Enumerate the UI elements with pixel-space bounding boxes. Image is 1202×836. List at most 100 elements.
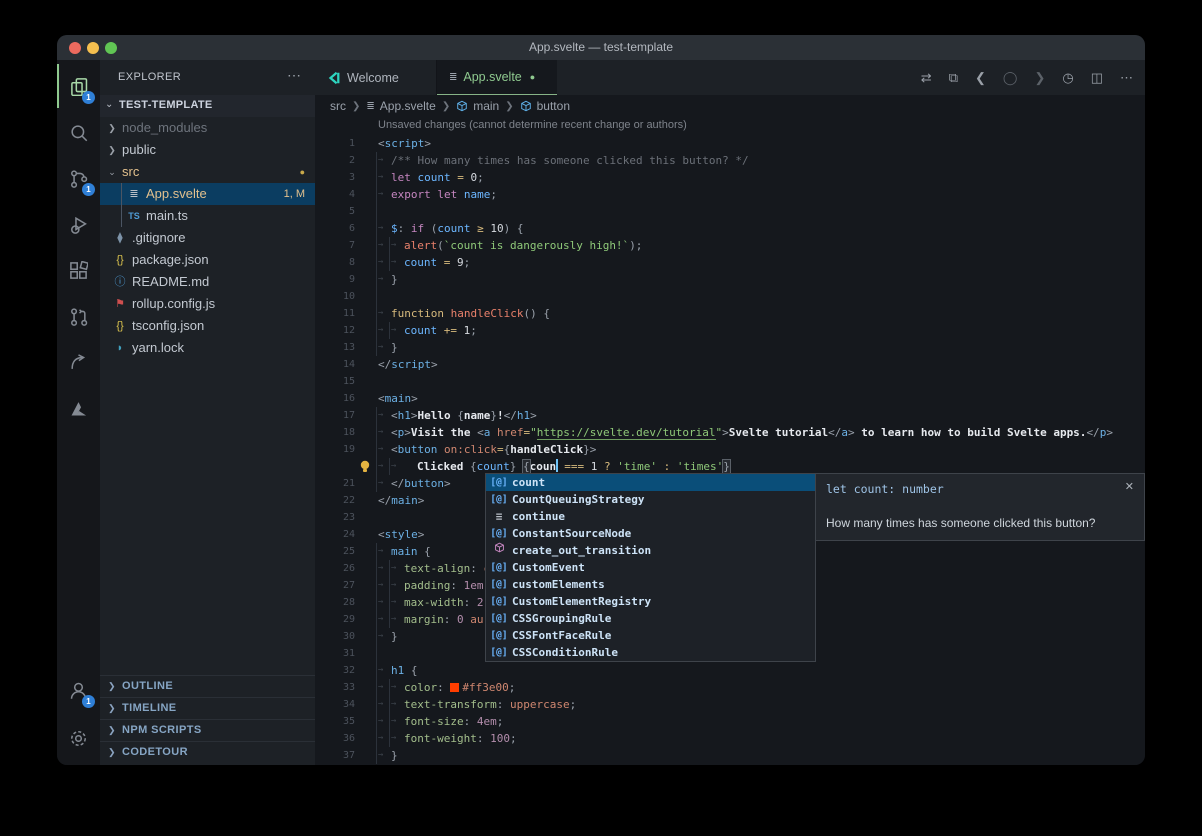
tree-item--gitignore[interactable]: ⧫.gitignore <box>100 227 315 249</box>
tab-whitespace-arrow: → <box>378 322 391 339</box>
more-actions-icon[interactable]: ⋯ <box>1120 70 1133 86</box>
breadcrumb-button[interactable]: button <box>537 99 570 113</box>
activity-azure-button[interactable] <box>57 386 100 430</box>
activity-settings-gear-button[interactable] <box>57 716 100 760</box>
breadcrumb: src ❯ ≣ App.svelte ❯ main ❯ button <box>315 95 1145 117</box>
activity-extensions-button[interactable] <box>57 248 100 292</box>
tree-item-readme-md[interactable]: ⓘREADME.md <box>100 271 315 293</box>
suggest-item-CSSFontFaceRule[interactable]: [@]CSSFontFaceRule <box>486 627 815 644</box>
tab-welcome[interactable]: Welcome <box>315 60 437 95</box>
line-number: 5 <box>315 203 355 220</box>
code-line-17[interactable]: 17→<h1>Hello {name}!</h1> <box>315 407 1145 424</box>
suggest-item-CountQueuingStrategy[interactable]: [@]CountQueuingStrategy <box>486 491 815 508</box>
breadcrumb-main[interactable]: main <box>473 99 499 113</box>
code-line-15[interactable]: 15 <box>315 373 1145 390</box>
section-outline[interactable]: ❯OUTLINE <box>100 675 315 697</box>
token: < <box>391 443 398 456</box>
tab-whitespace-arrow: → <box>391 713 404 730</box>
tab-app-svelte[interactable]: ≣ App.svelte ● <box>437 60 557 95</box>
code-line-3[interactable]: 3→let count = 0; <box>315 169 1145 186</box>
code-line-13[interactable]: 13→} <box>315 339 1145 356</box>
activity-github-pull-requests-button[interactable] <box>57 294 100 338</box>
tree-item-rollup-config-js[interactable]: ⚑rollup.config.js <box>100 293 315 315</box>
tree-item-public[interactable]: ❯public <box>100 139 315 161</box>
open-preview-icon[interactable]: ⧉ <box>949 70 958 86</box>
tree-item-tsconfig-json[interactable]: {}tsconfig.json <box>100 315 315 337</box>
code-line-8[interactable]: 8→→count = 9; <box>315 254 1145 271</box>
window-title: App.svelte — test-template <box>57 40 1145 54</box>
token: === <box>564 460 584 473</box>
code-line-4[interactable]: 4→export let name; <box>315 186 1145 203</box>
breadcrumb-app-svelte[interactable]: App.svelte <box>380 99 436 113</box>
code-line-12[interactable]: 12→→count += 1; <box>315 322 1145 339</box>
code-line-33[interactable]: 33→→color: #ff3e00; <box>315 679 1145 696</box>
token <box>464 171 471 184</box>
code-line-9[interactable]: 9→} <box>315 271 1145 288</box>
code-line-34[interactable]: 34→→text-transform: uppercase; <box>315 696 1145 713</box>
suggest-item-customElements[interactable]: [@]customElements <box>486 576 815 593</box>
code-line-18[interactable]: 18→<p>Visit the <a href="https://svelte.… <box>315 424 1145 441</box>
title-bar[interactable]: App.svelte — test-template <box>57 35 1145 60</box>
code-line-10[interactable]: 10 <box>315 288 1145 305</box>
code-line-6[interactable]: 6→$: if (count ≥ 10) { <box>315 220 1145 237</box>
next-change-icon[interactable]: ❯ <box>1034 70 1045 86</box>
code-line-35[interactable]: 35→→font-size: 4em; <box>315 713 1145 730</box>
code-line-7[interactable]: 7→→alert(`count is dangerously high!`); <box>315 237 1145 254</box>
tree-item-src[interactable]: ⌄src● <box>100 161 315 183</box>
code-line-16[interactable]: 16<main> <box>315 390 1145 407</box>
breadcrumb-src[interactable]: src <box>330 99 346 113</box>
tab-whitespace-arrow: → <box>378 577 391 594</box>
activity-source-control-button[interactable]: 1 <box>57 156 100 200</box>
suggest-item-count[interactable]: [@]count <box>486 474 815 491</box>
suggest-item-continue[interactable]: ≡continue <box>486 508 815 525</box>
activity-search-button[interactable] <box>57 110 100 154</box>
tree-item-app-svelte[interactable]: ≣App.svelte1, M <box>100 183 315 205</box>
section-timeline[interactable]: ❯TIMELINE <box>100 697 315 719</box>
indent-guide <box>376 696 377 713</box>
tree-item-node-modules[interactable]: ❯node_modules <box>100 117 315 139</box>
suggest-item-CSSGroupingRule[interactable]: [@]CSSGroupingRule <box>486 610 815 627</box>
activity-explorer-button[interactable]: 1 <box>57 64 100 108</box>
code-line-19[interactable]: 19→<button on:click={handleClick}> <box>315 441 1145 458</box>
activity-live-share-button[interactable] <box>57 340 100 384</box>
code-line-2[interactable]: 2→/** How many times has someone clicked… <box>315 152 1145 169</box>
section-codetour[interactable]: ❯CODETOUR <box>100 741 315 763</box>
run-file-icon[interactable]: ◷ <box>1062 70 1073 86</box>
tab-whitespace-arrow: → <box>378 611 391 628</box>
previous-change-icon[interactable]: ❮ <box>975 70 986 86</box>
unsaved-dot-icon[interactable]: ● <box>530 72 535 82</box>
section-npm-scripts[interactable]: ❯NPM SCRIPTS <box>100 719 315 741</box>
close-icon[interactable]: ✕ <box>1125 480 1134 493</box>
open-changes-icon[interactable]: ⇄ <box>921 70 932 86</box>
suggest-item-create_out_transition[interactable]: create_out_transition <box>486 542 815 559</box>
code-line-11[interactable]: 11→function handleClick() { <box>315 305 1145 322</box>
split-editor-icon[interactable]: ◫ <box>1091 70 1103 86</box>
code-line-14[interactable]: 14</script> <box>315 356 1145 373</box>
activity-run-debug-button[interactable] <box>57 202 100 246</box>
indent-guide <box>376 628 377 645</box>
code-line-5[interactable]: 5 <box>315 203 1145 220</box>
tree-item-package-json[interactable]: {}package.json <box>100 249 315 271</box>
suggest-item-ConstantSourceNode[interactable]: [@]ConstantSourceNode <box>486 525 815 542</box>
code-line-37[interactable]: 37→} <box>315 747 1145 764</box>
project-root-row[interactable]: ⌄ TEST-TEMPLATE <box>100 95 315 117</box>
code-line-1[interactable]: 1<script> <box>315 135 1145 152</box>
code-line-36[interactable]: 36→→font-weight: 100; <box>315 730 1145 747</box>
suggest-item-CustomElementRegistry[interactable]: [@]CustomElementRegistry <box>486 593 815 610</box>
token: { <box>523 460 530 473</box>
tree-item-yarn-lock[interactable]: ◗yarn.lock <box>100 337 315 359</box>
line-number: 18 <box>315 424 355 441</box>
code-line-32[interactable]: 32→h1 { <box>315 662 1145 679</box>
symbol-variable-icon: [@] <box>486 627 512 644</box>
tree-item-main-ts[interactable]: TSmain.ts <box>100 205 315 227</box>
current-change-icon[interactable]: ◯ <box>1003 70 1018 86</box>
chevron-right-icon: ❯ <box>107 117 117 139</box>
tree-item-label: App.svelte <box>146 183 207 205</box>
activity-accounts-button[interactable]: 1 <box>57 668 100 712</box>
line-number: 3 <box>315 169 355 186</box>
explorer-more-actions-icon[interactable]: ⋯ <box>287 67 301 84</box>
code-editor[interactable]: Unsaved changes (cannot determine recent… <box>315 117 1145 765</box>
suggest-item-CustomEvent[interactable]: [@]CustomEvent <box>486 559 815 576</box>
suggest-item-CSSConditionRule[interactable]: [@]CSSConditionRule <box>486 644 815 661</box>
token <box>437 443 444 456</box>
